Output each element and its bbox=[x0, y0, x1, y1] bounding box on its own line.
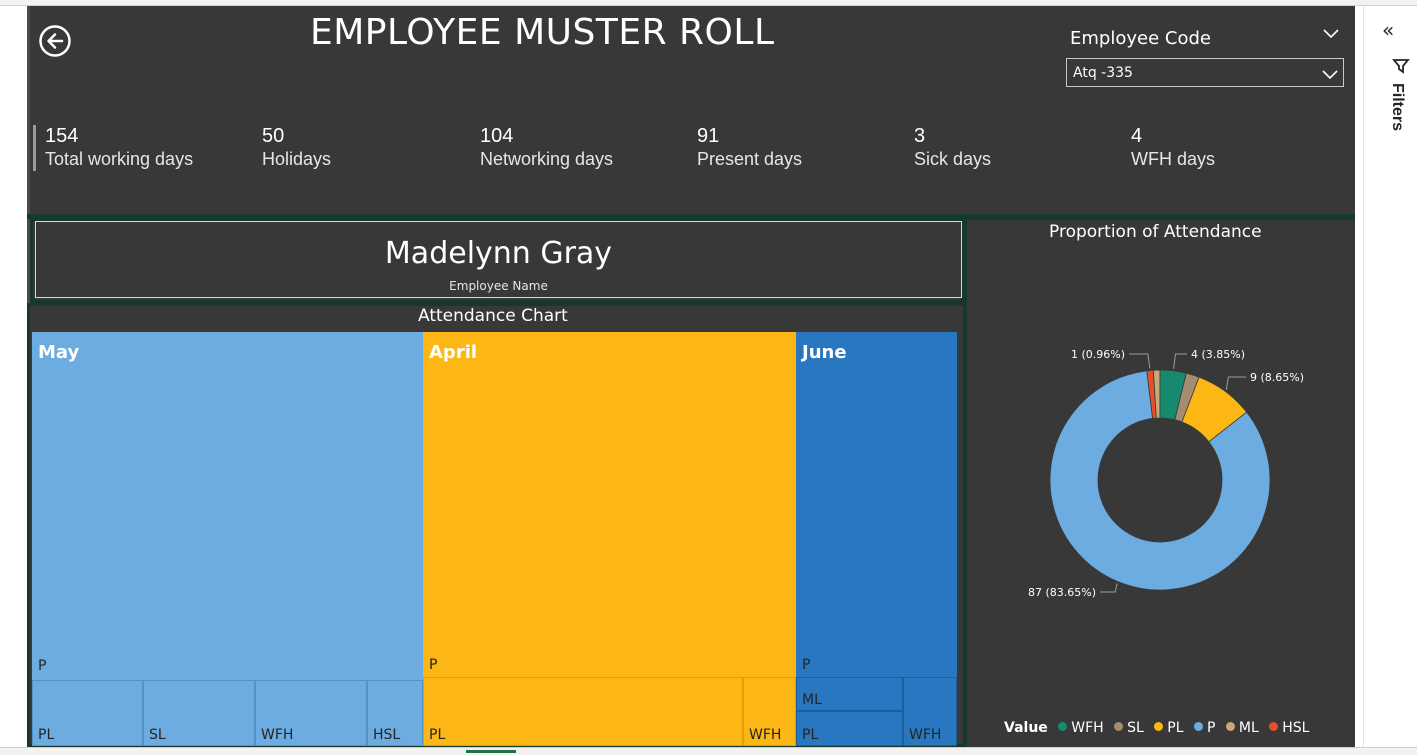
kpi-label: WFH days bbox=[1131, 149, 1216, 169]
treemap-tile-april-pl[interactable]: PL bbox=[423, 677, 743, 746]
treemap-tile-april-wfh[interactable]: WFH bbox=[743, 677, 796, 746]
kpi-label: Total working days bbox=[45, 149, 194, 169]
donut-leader-line bbox=[1173, 353, 1187, 369]
treemap-leaf-label: ML bbox=[802, 692, 822, 708]
legend-swatch bbox=[1193, 722, 1203, 731]
treemap-tile-may-sl[interactable]: SL bbox=[143, 680, 255, 746]
filters-pane[interactable]: « Filters bbox=[1363, 6, 1417, 747]
legend-swatch bbox=[1154, 722, 1164, 731]
treemap-tile-april-p[interactable]: April P bbox=[423, 332, 796, 677]
treemap-leaf-label: PL bbox=[802, 727, 819, 743]
donut-data-label: 4 (3.85%) bbox=[1191, 348, 1245, 361]
legend-label: WFH bbox=[1071, 720, 1104, 736]
legend-label: HSL bbox=[1282, 720, 1310, 736]
page-title: EMPLOYEE MUSTER ROLL bbox=[310, 12, 775, 53]
kpi-value: 154 bbox=[45, 125, 79, 147]
kpi-wfh-days: 4 WFH days bbox=[1131, 124, 1215, 170]
employee-code-dropdown[interactable]: Atq -335 bbox=[1066, 58, 1344, 87]
sheet-tab-strip bbox=[0, 747, 1417, 755]
treemap-leaf-label: P bbox=[802, 657, 811, 673]
treemap-leaf-label: SL bbox=[149, 727, 166, 743]
attendance-treemap[interactable]: May P PL SL WFH HSL April P PL WFH June … bbox=[32, 332, 957, 746]
treemap-tile-may-wfh[interactable]: WFH bbox=[255, 680, 367, 746]
chevron-down-icon bbox=[1322, 70, 1338, 80]
kpi-label: Sick days bbox=[914, 149, 992, 169]
kpi-present-days: 91 Present days bbox=[697, 124, 802, 170]
employee-name-caption: Employee Name bbox=[449, 279, 548, 293]
proportion-chart-title: Proportion of Attendance bbox=[1049, 222, 1262, 242]
kpi-total-working-days: 154 Total working days bbox=[45, 124, 193, 170]
treemap-leaf-label: WFH bbox=[749, 727, 782, 743]
donut-data-label: 1 (0.96%) bbox=[1071, 348, 1125, 361]
treemap-leaf-label: P bbox=[38, 658, 47, 674]
legend-swatch bbox=[1058, 722, 1068, 731]
kpi-label: Holidays bbox=[262, 149, 332, 169]
legend-item-ml[interactable]: ML bbox=[1225, 720, 1259, 736]
legend-item-sl[interactable]: SL bbox=[1114, 720, 1144, 736]
kpi-accent-bar bbox=[33, 125, 36, 171]
legend-item-pl[interactable]: PL bbox=[1154, 720, 1184, 736]
employee-name-card[interactable]: Madelynn Gray Employee Name bbox=[35, 221, 962, 298]
treemap-leaf-label: PL bbox=[429, 727, 446, 743]
kpi-label: Networking days bbox=[480, 149, 614, 169]
legend-label: SL bbox=[1127, 720, 1144, 736]
treemap-tile-may-pl[interactable]: PL bbox=[32, 680, 143, 746]
treemap-leaf-label: WFH bbox=[261, 727, 294, 743]
treemap-tile-june-wfh[interactable]: WFH bbox=[903, 677, 957, 746]
legend-item-hsl[interactable]: HSL bbox=[1269, 720, 1309, 736]
treemap-leaf-label: HSL bbox=[373, 727, 401, 743]
donut-leader-line bbox=[1100, 583, 1118, 593]
back-arrow-icon[interactable] bbox=[38, 24, 72, 58]
treemap-tile-june-ml[interactable]: ML bbox=[796, 677, 903, 711]
legend-item-wfh[interactable]: WFH bbox=[1058, 720, 1104, 736]
treemap-group-label: May bbox=[38, 342, 80, 363]
donut-data-label: 9 (8.65%) bbox=[1250, 371, 1304, 384]
legend-swatch bbox=[1269, 722, 1279, 731]
kpi-value: 3 bbox=[914, 125, 926, 147]
treemap-leaf-label: P bbox=[429, 657, 438, 673]
kpi-holidays: 50 Holidays bbox=[262, 124, 331, 170]
treemap-leaf-label: PL bbox=[38, 727, 55, 743]
treemap-tile-june-pl[interactable]: PL bbox=[796, 711, 903, 746]
filters-toggle[interactable]: Filters bbox=[1389, 58, 1410, 148]
treemap-group-label: April bbox=[429, 342, 478, 363]
active-sheet-tab[interactable] bbox=[466, 750, 516, 753]
employee-code-label: Employee Code bbox=[1070, 28, 1211, 49]
treemap-tile-june-p[interactable]: June P bbox=[796, 332, 957, 677]
legend-item-p[interactable]: P bbox=[1193, 720, 1216, 736]
donut-leader-line bbox=[1129, 353, 1151, 369]
legend-label: PL bbox=[1167, 720, 1184, 736]
kpi-label: Present days bbox=[697, 149, 803, 169]
legend-label: P bbox=[1206, 720, 1216, 736]
employee-code-value: Atq -335 bbox=[1073, 65, 1133, 81]
donut-legend: Value WFH SL PL P ML HSL bbox=[1004, 720, 1315, 736]
treemap-leaf-label: WFH bbox=[909, 727, 942, 743]
donut-data-label: 87 (83.65%) bbox=[1028, 586, 1096, 599]
treemap-group-label: June bbox=[802, 342, 847, 363]
attendance-donut-chart[interactable]: 4 (3.85%) 9 (8.65%) 87 (83.65%) 1 (0.96%) bbox=[1000, 330, 1320, 630]
kpi-networking-days: 104 Networking days bbox=[480, 124, 613, 170]
canvas-gap bbox=[1355, 6, 1363, 747]
legend-title: Value bbox=[1004, 720, 1048, 736]
kpi-value: 50 bbox=[262, 125, 285, 147]
kpi-value: 91 bbox=[697, 125, 720, 147]
legend-swatch bbox=[1114, 722, 1124, 731]
attendance-chart-title: Attendance Chart bbox=[418, 306, 568, 326]
kpi-sick-days: 3 Sick days bbox=[914, 124, 991, 170]
treemap-tile-may-p[interactable]: May P bbox=[32, 332, 423, 680]
double-chevron-left-icon[interactable]: « bbox=[1382, 20, 1394, 40]
kpi-value: 4 bbox=[1131, 125, 1143, 147]
chevron-down-icon[interactable] bbox=[1322, 26, 1340, 40]
employee-name: Madelynn Gray bbox=[384, 236, 613, 271]
legend-swatch bbox=[1225, 722, 1235, 731]
treemap-tile-may-hsl[interactable]: HSL bbox=[367, 680, 423, 746]
filters-label: Filters bbox=[1389, 82, 1406, 131]
donut-leader-line bbox=[1225, 376, 1246, 390]
left-gutter bbox=[0, 6, 27, 747]
kpi-value: 104 bbox=[480, 125, 514, 147]
legend-label: ML bbox=[1238, 720, 1259, 736]
